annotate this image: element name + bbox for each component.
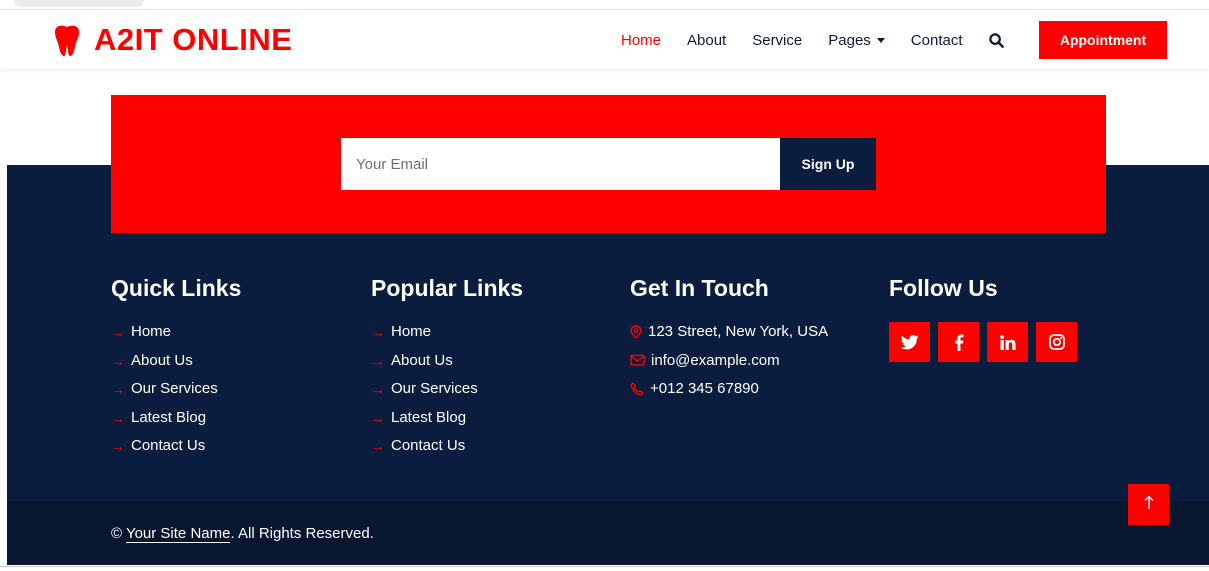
divider <box>0 566 1209 567</box>
contact-column: Get In Touch 123 Street, New York, USA i… <box>630 272 828 408</box>
sign-up-button[interactable]: Sign Up <box>780 138 876 190</box>
map-marker-icon <box>630 322 642 345</box>
arrow-right-icon: → <box>111 352 125 369</box>
twitter-icon[interactable] <box>889 322 930 362</box>
navbar: A2IT ONLINE Home About Service Pages Con… <box>0 9 1209 69</box>
quick-link-home[interactable]: → Home <box>111 322 241 351</box>
tooth-icon <box>50 23 84 57</box>
instagram-icon[interactable] <box>1036 322 1077 362</box>
arrow-right-icon: → <box>371 324 385 340</box>
brand-logo[interactable]: A2IT ONLINE <box>50 20 292 60</box>
link-label: Our Services <box>131 380 218 398</box>
nav-contact[interactable]: Contact <box>911 32 963 49</box>
arrow-right-icon: → <box>371 381 385 398</box>
link-label: Contact Us <box>131 437 206 455</box>
contact-address: 123 Street, New York, USA <box>630 322 828 351</box>
arrow-right-icon: → <box>111 438 125 455</box>
nav-home[interactable]: Home <box>621 32 661 49</box>
email-input[interactable] <box>341 138 780 190</box>
arrow-right-icon: → <box>111 324 125 340</box>
popular-link-services[interactable]: → Our Services <box>371 379 523 408</box>
link-label: Home <box>131 323 172 340</box>
link-label: About Us <box>391 351 453 369</box>
linkedin-icon[interactable] <box>987 322 1028 362</box>
link-label: Latest Blog <box>131 408 207 426</box>
search-icon[interactable] <box>988 32 1005 48</box>
arrow-right-icon: → <box>371 352 385 369</box>
browser-tab <box>14 0 144 7</box>
brand-name: A2IT ONLINE <box>94 22 293 57</box>
phone-text: +012 345 67890 <box>650 380 759 398</box>
popular-link-contact[interactable]: → Contact Us <box>371 436 523 465</box>
social-links <box>889 322 1077 362</box>
follow-column: Follow Us <box>889 272 1077 362</box>
arrow-right-icon: → <box>371 409 385 426</box>
quick-links-title: Quick Links <box>111 275 242 301</box>
arrow-right-icon: → <box>371 438 385 455</box>
contact-email[interactable]: info@example.com <box>630 351 828 380</box>
contact-phone[interactable]: +012 345 67890 <box>630 379 828 408</box>
nav-service[interactable]: Service <box>752 32 802 49</box>
link-label: About Us <box>131 351 193 369</box>
link-label: Our Services <box>391 380 478 398</box>
popular-link-home[interactable]: → Home <box>371 322 523 351</box>
quick-link-about[interactable]: → About Us <box>111 351 241 380</box>
quick-links-column: Quick Links → Home → About Us → Our Service… <box>111 272 241 465</box>
popular-links-column: Popular Links → Home → About Us → Our Servi… <box>371 272 523 465</box>
copyright-prefix: © <box>111 525 126 542</box>
link-label: Latest Blog <box>391 408 467 426</box>
back-to-top-button[interactable] <box>1128 484 1169 525</box>
nav-pages-label: Pages <box>828 31 871 49</box>
nav-about[interactable]: About <box>687 32 726 49</box>
arrow-up-icon <box>1144 495 1154 515</box>
main-nav: Home About Service Pages Contact <box>621 10 1005 70</box>
facebook-icon[interactable] <box>938 322 979 362</box>
popular-links-title: Popular Links <box>371 275 524 301</box>
copyright-text: © Your Site Name. All Rights Reserved. <box>111 525 374 543</box>
popular-link-blog[interactable]: → Latest Blog <box>371 408 523 437</box>
quick-link-contact[interactable]: → Contact Us <box>111 436 241 465</box>
browser-top-strip <box>0 0 1209 9</box>
copyright-suffix: . All Rights Reserved. <box>230 525 374 542</box>
arrow-right-icon: → <box>111 381 125 398</box>
contact-title: Get In Touch <box>630 275 769 301</box>
site-name-link[interactable]: Your Site Name <box>125 525 231 543</box>
envelope-icon <box>630 351 645 372</box>
popular-link-about[interactable]: → About Us <box>371 351 523 380</box>
caret-down-icon <box>876 37 885 43</box>
quick-link-blog[interactable]: → Latest Blog <box>111 408 241 437</box>
address-text: 123 Street, New York, USA <box>648 323 829 340</box>
phone-icon <box>630 379 644 402</box>
follow-title: Follow Us <box>889 275 998 301</box>
appointment-button[interactable]: Appointment <box>1039 21 1167 59</box>
arrow-right-icon: → <box>111 409 125 426</box>
nav-pages[interactable]: Pages <box>828 32 885 49</box>
quick-link-services[interactable]: → Our Services <box>111 379 241 408</box>
link-label: Contact Us <box>391 437 466 455</box>
link-label: Home <box>391 323 432 340</box>
email-text: info@example.com <box>651 351 780 369</box>
